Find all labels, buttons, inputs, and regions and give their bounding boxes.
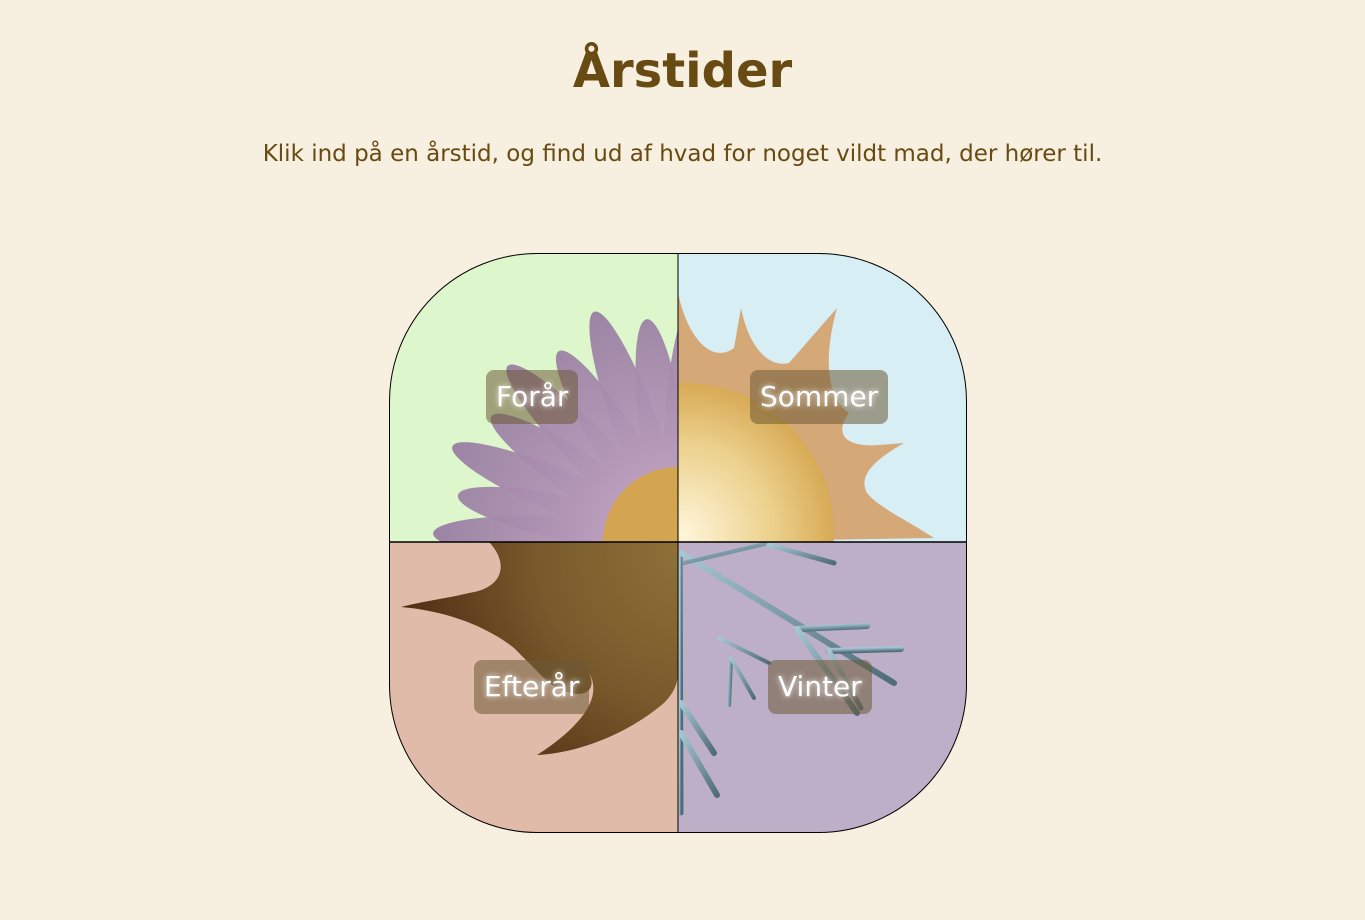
spring-button[interactable]: Forår <box>486 370 579 424</box>
page-title: Årstider <box>572 43 793 99</box>
page: Årstider Klik ind på en årstid, og find … <box>0 0 1365 920</box>
winter-button[interactable]: Vinter <box>768 660 872 714</box>
summer-button[interactable]: Sommer <box>750 370 889 424</box>
seasons-graphic <box>389 253 967 833</box>
seasons-wheel: Forår Sommer Efterår Vinter <box>389 253 967 833</box>
autumn-button[interactable]: Efterår <box>474 660 590 714</box>
page-subtitle: Klik ind på en årstid, og find ud af hva… <box>262 141 1103 167</box>
